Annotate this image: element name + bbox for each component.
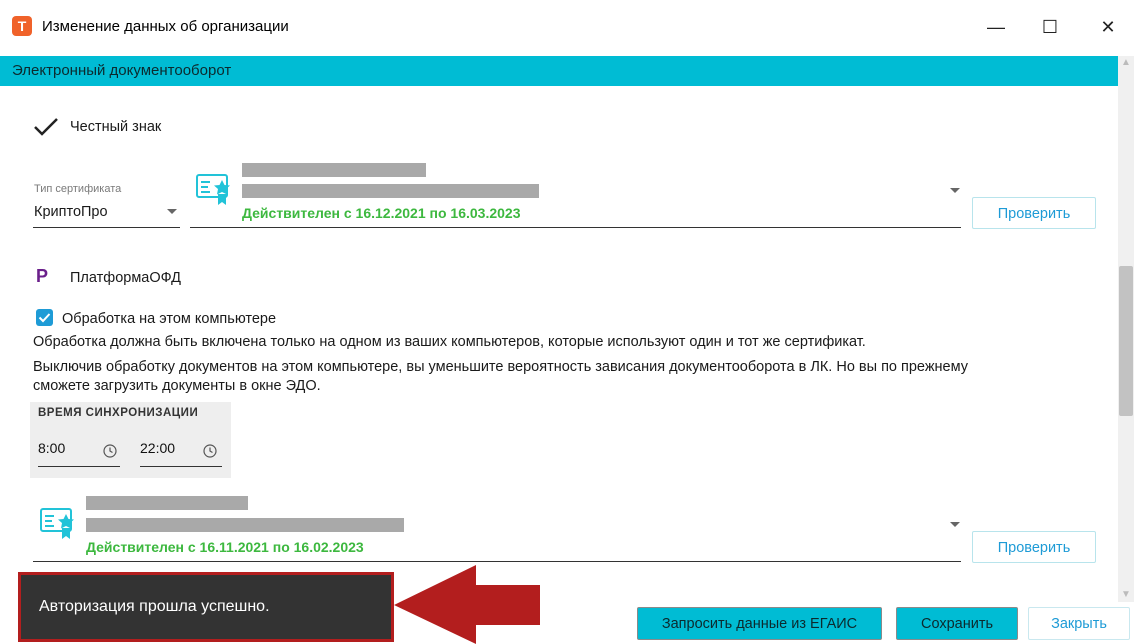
sync-from-time[interactable]: 8:00 <box>38 440 65 456</box>
redacted-cert-details <box>86 518 404 532</box>
certificate-icon <box>196 174 230 205</box>
processing-checkbox[interactable] <box>36 309 53 326</box>
cert-type-underline <box>33 227 180 228</box>
minimize-button[interactable]: — <box>976 10 1016 44</box>
clock-icon[interactable] <box>203 444 217 458</box>
chevron-down-icon[interactable] <box>167 209 177 214</box>
close-window-button[interactable]: ✕ <box>1088 10 1128 44</box>
annotation-arrow-icon <box>394 565 540 644</box>
sync-to-time[interactable]: 22:00 <box>140 440 175 456</box>
cert-validity: Действителен с 16.12.2021 по 16.03.2023 <box>242 205 521 221</box>
maximize-button[interactable]: ☐ <box>1030 10 1070 44</box>
sync-to-underline <box>140 466 222 467</box>
cert-select-underline[interactable] <box>33 561 961 562</box>
chevron-down-icon[interactable] <box>950 188 960 193</box>
close-button[interactable]: Закрыть <box>1028 607 1130 640</box>
window-title: Изменение данных об организации <box>42 18 289 35</box>
redacted-cert-owner <box>242 163 426 177</box>
app-icon: Т <box>12 16 32 36</box>
sync-time-panel: ВРЕМЯ СИНХРОНИЗАЦИИ 8:00 22:00 <box>30 402 231 478</box>
section-header: Электронный документооборот <box>0 56 1118 86</box>
toast-notification: Авторизация прошла успешно. <box>18 572 394 642</box>
scroll-thumb[interactable] <box>1119 266 1133 416</box>
scroll-up-arrow-icon[interactable]: ▲ <box>1118 56 1134 70</box>
save-button[interactable]: Сохранить <box>896 607 1018 640</box>
platforma-ofd-logo-icon: P <box>36 266 49 286</box>
certificate-icon <box>40 508 74 539</box>
sync-from-underline <box>38 466 120 467</box>
cert-validity: Действителен с 16.11.2021 по 16.02.2023 <box>86 539 364 555</box>
processing-checkbox-label[interactable]: Обработка на этом компьютере <box>62 311 276 327</box>
redacted-cert-details <box>242 184 539 198</box>
window-titlebar: Т Изменение данных об организации — ☐ ✕ <box>0 0 1134 56</box>
sync-time-label: ВРЕМЯ СИНХРОНИЗАЦИИ <box>38 407 199 419</box>
platforma-ofd-label: ПлатформаОФД <box>70 270 182 286</box>
scroll-down-arrow-icon[interactable]: ▼ <box>1118 588 1134 602</box>
chestny-znak-label: Честный знак <box>70 119 162 135</box>
request-egais-button[interactable]: Запросить данные из ЕГАИС <box>637 607 882 640</box>
info-text-line-2: Выключив обработку документов на этом ко… <box>33 359 968 375</box>
cert-type-value[interactable]: КриптоПро <box>34 204 108 220</box>
cert-select-underline[interactable] <box>190 227 961 228</box>
clock-icon[interactable] <box>103 444 117 458</box>
check-cert-button[interactable]: Проверить <box>972 197 1096 229</box>
info-text-line-3: сможете загрузить документы в окне ЭДО. <box>33 378 321 394</box>
vertical-scrollbar[interactable]: ▲ ▼ <box>1118 56 1134 602</box>
cert-type-label: Тип сертификата <box>34 183 122 195</box>
chevron-down-icon[interactable] <box>950 522 960 527</box>
check-cert-button[interactable]: Проверить <box>972 531 1096 563</box>
info-text-line-1: Обработка должна быть включена только на… <box>33 334 866 350</box>
redacted-cert-owner <box>86 496 248 510</box>
checkmark-icon <box>38 313 51 323</box>
checkmark-icon <box>34 118 58 136</box>
